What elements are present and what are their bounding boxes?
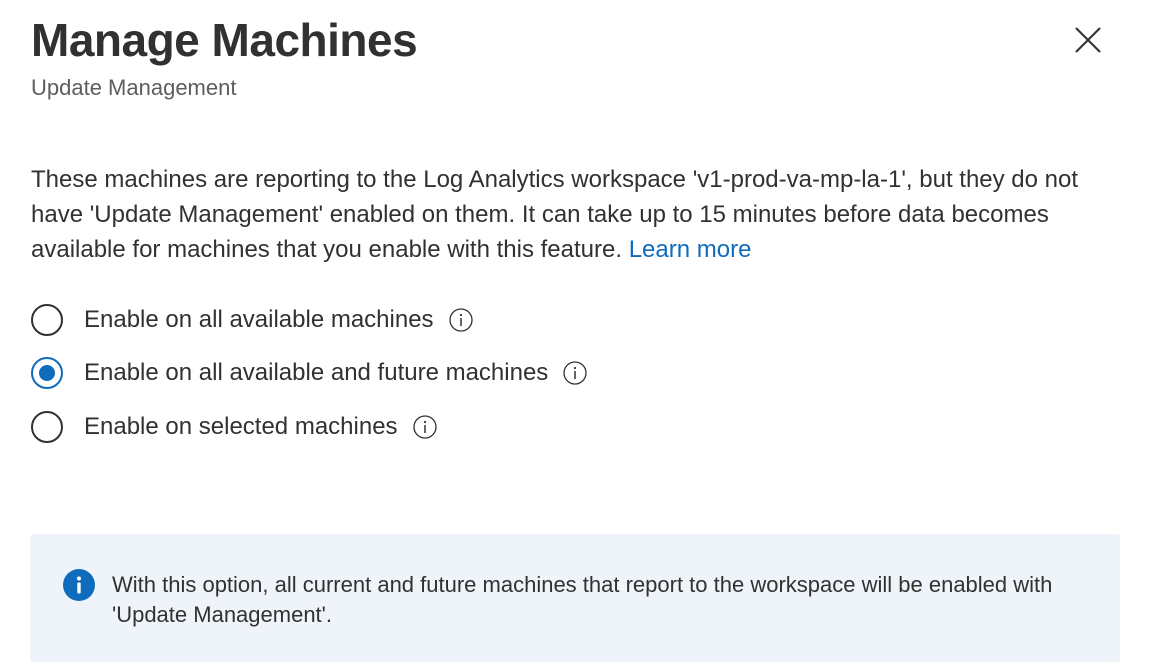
info-circle-icon[interactable] bbox=[448, 308, 473, 332]
radio-button[interactable] bbox=[31, 411, 63, 443]
info-message-bar: With this option, all current and future… bbox=[30, 534, 1120, 662]
manage-machines-panel: Manage Machines Update Management These … bbox=[0, 0, 1160, 666]
radio-button[interactable] bbox=[31, 304, 63, 336]
option-label: Enable on all available machines bbox=[84, 306, 434, 333]
option-all-available-and-future[interactable]: Enable on all available and future machi… bbox=[31, 353, 587, 393]
description-text: These machines are reporting to the Log … bbox=[31, 166, 1079, 263]
info-circle-icon[interactable] bbox=[563, 361, 587, 385]
radio-button-checked[interactable] bbox=[31, 357, 63, 389]
radio-selected-dot bbox=[39, 365, 55, 381]
description-paragraph: These machines are reporting to the Log … bbox=[31, 162, 1121, 267]
learn-more-link[interactable]: Learn more bbox=[629, 236, 752, 263]
close-button[interactable] bbox=[1068, 20, 1108, 60]
info-message-text: With this option, all current and future… bbox=[112, 572, 1053, 627]
close-icon bbox=[1075, 27, 1101, 53]
option-all-available[interactable]: Enable on all available machines bbox=[31, 300, 473, 340]
page-title: Manage Machines bbox=[31, 14, 418, 66]
option-label: Enable on all available and future machi… bbox=[84, 359, 549, 386]
option-selected-machines[interactable]: Enable on selected machines bbox=[31, 407, 437, 447]
info-filled-icon bbox=[63, 569, 95, 601]
page-subtitle: Update Management bbox=[31, 75, 237, 100]
info-circle-icon[interactable] bbox=[412, 415, 437, 439]
option-label: Enable on selected machines bbox=[84, 413, 398, 440]
